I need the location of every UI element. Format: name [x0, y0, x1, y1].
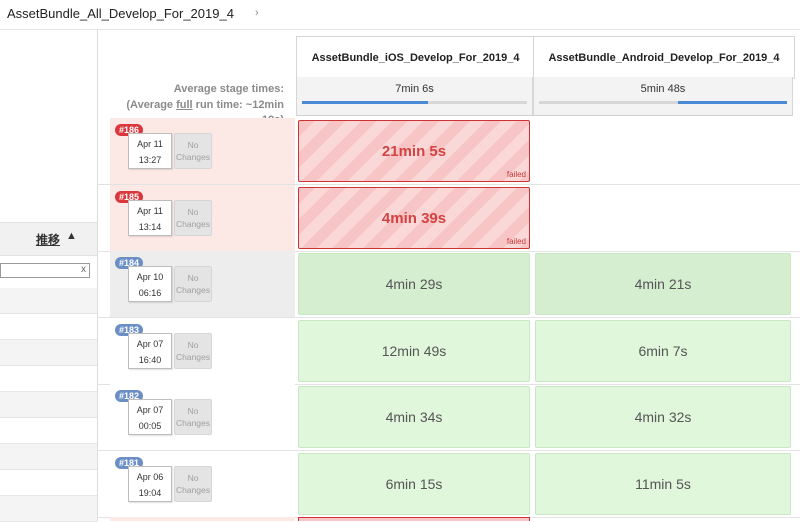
stage-cell-ios[interactable]: [298, 517, 530, 521]
collapse-caret-icon[interactable]: ▲: [66, 230, 77, 242]
stage-avg-android: 5min 48s: [533, 77, 793, 116]
build-date-box[interactable]: Apr 10 06:16: [128, 266, 172, 302]
trend-link[interactable]: 推移: [36, 231, 60, 248]
changes-box[interactable]: No Changes: [174, 333, 212, 369]
history-row[interactable]: [0, 496, 97, 522]
build-date-box[interactable]: Apr 11 13:14: [128, 200, 172, 236]
stage-duration: 21min 5s: [381, 142, 447, 160]
build-row: #184 Apr 10 06:16 No Changes: [110, 251, 295, 317]
changes-box[interactable]: No Changes: [174, 200, 212, 236]
stage-duration: 4min 29s: [385, 276, 443, 292]
build-filter-input[interactable]: [1, 264, 79, 277]
build-row: #183 Apr 07 16:40 No Changes: [110, 318, 295, 384]
build-row: #185 Apr 11 13:14 No Changes: [110, 185, 295, 251]
history-row[interactable]: [0, 418, 97, 444]
stage-avg-time: 5min 48s: [640, 83, 686, 95]
changes-box[interactable]: No Changes: [174, 466, 212, 502]
failed-flag: failed: [506, 170, 526, 179]
stage-cell-android: [535, 187, 791, 249]
changes-box[interactable]: No Changes: [174, 266, 212, 302]
build-date: Apr 07: [136, 405, 164, 415]
stage-avg-ios: 7min 6s: [296, 77, 533, 116]
build-time: 19:04: [138, 488, 162, 498]
stage-cell-ios[interactable]: 4min 29s: [298, 253, 530, 315]
stage-avg-track: [539, 101, 787, 104]
build-time: 00:05: [138, 421, 162, 431]
stage-cell-android[interactable]: 4min 32s: [535, 386, 791, 448]
stage-header-ios[interactable]: AssetBundle_iOS_Develop_For_2019_4: [296, 36, 535, 79]
stage-duration: 12min 49s: [381, 343, 447, 359]
stage-duration: 6min 15s: [385, 476, 443, 492]
history-row[interactable]: [0, 288, 97, 314]
stage-cell-ios[interactable]: 4min 34s: [298, 386, 530, 448]
stage-duration: 6min 7s: [638, 343, 688, 359]
clear-filter-icon[interactable]: x: [81, 264, 86, 275]
breadcrumb-chevron-icon[interactable]: ›: [255, 7, 259, 19]
stage-cell-ios[interactable]: 4min 39s failed: [298, 187, 530, 249]
full-run-link[interactable]: full: [176, 99, 193, 111]
stage-cell-ios[interactable]: 21min 5s failed: [298, 120, 530, 182]
build-time: 13:27: [138, 155, 162, 165]
history-row[interactable]: [0, 392, 97, 418]
stage-duration: 4min 32s: [634, 409, 692, 425]
stage-cell-android: [535, 120, 791, 182]
build-time: 06:16: [138, 288, 162, 298]
avg-line-2-prefix: (Average: [126, 98, 177, 111]
stage-cell-ios[interactable]: 12min 49s: [298, 320, 530, 382]
build-date: Apr 06: [136, 472, 164, 482]
stage-duration: 4min 34s: [385, 409, 443, 425]
build-row: #181 Apr 06 19:04 No Changes: [110, 451, 295, 517]
build-time: 13:14: [138, 222, 162, 232]
build-date-box[interactable]: Apr 07 00:05: [128, 399, 172, 435]
avg-line-1: Average stage times:: [173, 83, 284, 95]
build-filter-field[interactable]: x: [0, 263, 90, 278]
stage-cell-ios[interactable]: 6min 15s: [298, 453, 530, 515]
avg-line-2: (Average full run time: ~12min: [100, 98, 284, 114]
build-date: Apr 07: [136, 339, 164, 349]
changes-box[interactable]: No Changes: [174, 399, 212, 435]
build-date: Apr 11: [137, 139, 163, 149]
build-date: Apr 11: [137, 206, 163, 216]
stage-avg-progress: [677, 101, 787, 104]
history-row[interactable]: [0, 340, 97, 366]
stage-cell-android[interactable]: 4min 21s: [535, 253, 791, 315]
build-history-header: 推移 ▲: [0, 222, 97, 256]
stage-cell-android[interactable]: 11min 5s: [535, 453, 791, 515]
top-bar: AssetBundle_All_Develop_For_2019_4 ›: [0, 0, 800, 30]
changes-box[interactable]: No Changes: [174, 133, 212, 169]
history-row[interactable]: [0, 366, 97, 392]
build-date: Apr 10: [136, 272, 164, 282]
build-row: #182 Apr 07 00:05 No Changes: [110, 384, 295, 450]
build-row-background: [110, 517, 295, 521]
stage-header-android[interactable]: AssetBundle_Android_Develop_For_2019_4: [533, 36, 795, 79]
stage-duration: 4min 21s: [634, 276, 692, 292]
stage-duration: 4min 39s: [381, 209, 447, 227]
history-row[interactable]: [0, 470, 97, 496]
stage-cell-android[interactable]: 6min 7s: [535, 320, 791, 382]
build-date-box[interactable]: Apr 07 16:40: [128, 333, 172, 369]
history-row[interactable]: [0, 444, 97, 470]
stage-avg-time: 7min 6s: [395, 83, 434, 95]
stage-duration: 11min 5s: [635, 476, 691, 492]
sidebar: 推移 ▲ x: [0, 30, 98, 522]
stage-avg-track: [302, 101, 527, 104]
history-row[interactable]: [0, 314, 97, 340]
breadcrumb-job-link[interactable]: AssetBundle_All_Develop_For_2019_4: [7, 6, 234, 21]
stage-avg-progress: [302, 101, 428, 104]
build-time: 16:40: [138, 355, 162, 365]
build-row: #186 Apr 11 13:27 No Changes: [110, 118, 295, 184]
build-date-box[interactable]: Apr 06 19:04: [128, 466, 172, 502]
failed-flag: failed: [506, 237, 526, 246]
avg-line-2-suffix: run time: ~12min: [192, 98, 284, 111]
build-date-box[interactable]: Apr 11 13:27: [128, 133, 172, 169]
